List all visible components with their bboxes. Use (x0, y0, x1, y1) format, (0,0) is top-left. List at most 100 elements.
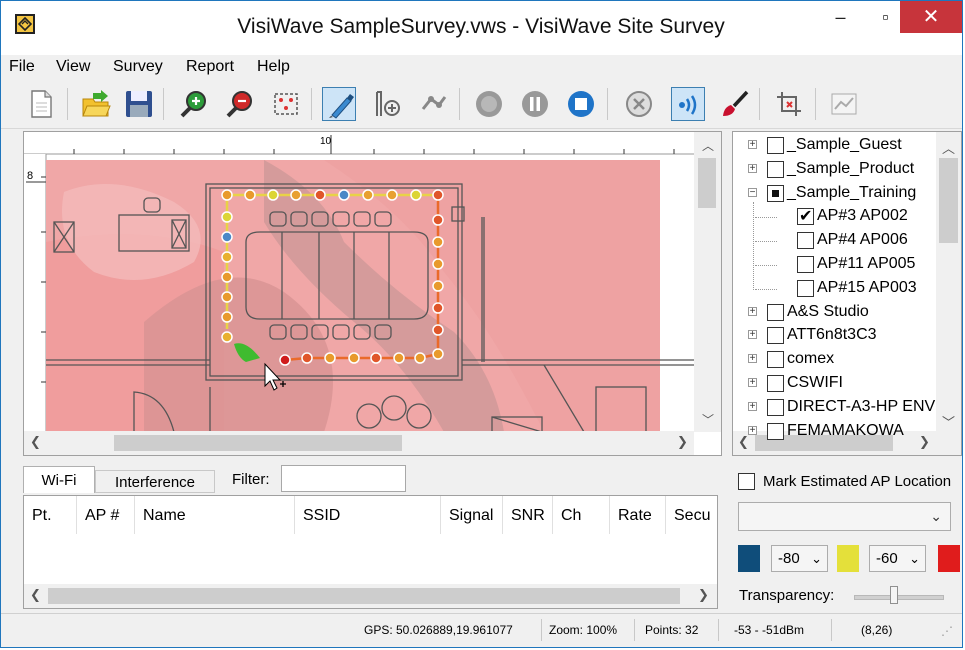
brush-button[interactable] (718, 87, 752, 121)
tree-item[interactable]: AP#3 AP002 (733, 205, 936, 229)
tree-item-checkbox[interactable] (767, 303, 784, 321)
survey-pen-button[interactable] (322, 87, 356, 121)
low-color-swatch[interactable] (738, 545, 760, 572)
mark-estimated-ap-checkbox[interactable] (738, 473, 755, 490)
column-header-ssid[interactable]: SSID (295, 496, 441, 534)
tree-item[interactable]: + A&S Studio (733, 301, 936, 325)
column-header-ap[interactable]: AP # (77, 496, 135, 534)
tree-item-checkbox[interactable] (767, 160, 784, 178)
tree-vscroll-thumb[interactable] (939, 158, 958, 243)
column-header-ch[interactable]: Ch (553, 496, 610, 534)
transparency-slider-thumb[interactable] (889, 586, 898, 604)
expand-icon[interactable]: + (748, 140, 757, 150)
new-button[interactable] (25, 87, 59, 121)
map-scroll-up-icon[interactable]: ︿ (702, 139, 714, 153)
tree-item-checkbox[interactable] (767, 375, 784, 392)
tree-item-checkbox[interactable] (767, 137, 784, 154)
heatmap-canvas[interactable]: 10 8 ︿ ﹀ (24, 132, 721, 432)
filter-label: Filter: (232, 471, 270, 488)
tree-item[interactable]: + _Sample_Product (733, 158, 936, 182)
tree-item[interactable]: AP#15 AP003 (733, 277, 936, 301)
tree-item-checkbox[interactable] (767, 184, 784, 202)
tree-item-checkbox[interactable] (797, 206, 814, 226)
menu-survey[interactable]: Survey (113, 58, 163, 76)
expand-icon[interactable]: + (748, 354, 757, 364)
save-button[interactable] (122, 87, 156, 121)
table-hscroll[interactable]: ❮ ❯ (24, 584, 717, 608)
tab-interference[interactable]: Interference (95, 470, 215, 493)
map-scroll-right-icon[interactable]: ❯ (677, 434, 688, 450)
expand-icon[interactable]: + (748, 306, 757, 316)
high-threshold-value: -60 (876, 550, 898, 567)
tree-item[interactable]: + comex (733, 348, 936, 372)
column-header-security[interactable]: Secu (666, 496, 717, 534)
map-vscroll-thumb[interactable] (698, 158, 716, 208)
floor-map-panel[interactable]: 10 8 ︿ ﹀ ❮ ❯ (23, 131, 722, 456)
menu-help[interactable]: Help (257, 58, 290, 76)
resize-grip-icon[interactable]: ⋰ (941, 624, 953, 638)
zoom-out-button[interactable] (223, 87, 257, 121)
menu-view[interactable]: View (56, 58, 90, 76)
tree-item[interactable]: AP#4 AP006 (733, 229, 936, 253)
tree-scroll-up-icon[interactable]: ︿ (942, 138, 955, 157)
tree-item[interactable]: − _Sample_Training (733, 182, 936, 206)
stop-button[interactable] (564, 87, 598, 121)
column-header-name[interactable]: Name (135, 496, 295, 534)
tree-vscroll[interactable]: ︿ ﹀ (936, 132, 961, 432)
map-scroll-down-icon[interactable]: ﹀ (702, 413, 714, 427)
tree-item[interactable]: AP#11 AP005 (733, 253, 936, 277)
table-hscroll-thumb[interactable] (48, 588, 680, 604)
add-floor-button[interactable] (370, 87, 404, 121)
tree-item[interactable]: + DIRECT-A3-HP ENV (733, 396, 936, 420)
map-scroll-left-icon[interactable]: ❮ (30, 434, 41, 450)
map-hscroll[interactable]: ❮ ❯ (24, 431, 694, 455)
tree-item-checkbox[interactable] (767, 351, 784, 369)
tree-item[interactable]: + ATT6n8t3C3 (733, 324, 936, 348)
minimize-button[interactable]: ‒ (818, 1, 863, 33)
report-button[interactable] (827, 87, 861, 121)
menu-report[interactable]: Report (186, 58, 234, 76)
expand-icon[interactable]: + (748, 425, 757, 435)
tree-item[interactable]: + FEMAMAKOWA (733, 420, 936, 444)
tree-item-checkbox[interactable] (797, 279, 814, 297)
pause-button[interactable] (518, 87, 552, 121)
tree-item-checkbox[interactable] (797, 232, 814, 250)
filter-input[interactable] (281, 465, 406, 492)
mid-color-swatch[interactable] (837, 545, 859, 572)
high-threshold-select[interactable]: -60 ⌄ (869, 545, 926, 572)
menu-file[interactable]: File (9, 58, 35, 76)
zoom-in-button[interactable] (177, 87, 211, 121)
high-color-swatch[interactable] (938, 545, 960, 572)
close-button[interactable]: ✕ (900, 1, 962, 33)
transparency-slider[interactable] (854, 595, 944, 600)
tree-item-checkbox[interactable] (767, 422, 784, 440)
record-button[interactable] (472, 87, 506, 121)
tree-item-checkbox[interactable] (767, 327, 784, 345)
column-header-signal[interactable]: Signal (441, 496, 503, 534)
column-header-rate[interactable]: Rate (610, 496, 666, 534)
walk-button[interactable] (415, 87, 449, 121)
expand-icon[interactable]: + (748, 330, 757, 340)
expand-icon[interactable]: + (748, 163, 757, 173)
cancel-button[interactable] (622, 87, 656, 121)
expand-icon[interactable]: + (748, 401, 757, 411)
column-header-snr[interactable]: SNR (503, 496, 553, 534)
tree-scroll-down-icon[interactable]: ﹀ (942, 412, 955, 431)
table-scroll-right-icon[interactable]: ❯ (698, 587, 709, 603)
legend-combo[interactable]: ⌄ (738, 502, 951, 531)
tree-item[interactable]: + _Sample_Guest (733, 134, 936, 158)
tree-item-checkbox[interactable] (797, 256, 814, 273)
expand-icon[interactable]: + (748, 378, 757, 388)
tree-item-checkbox[interactable] (767, 398, 784, 416)
crop-button[interactable] (772, 87, 806, 121)
map-hscroll-thumb[interactable] (114, 435, 402, 451)
open-button[interactable] (79, 87, 113, 121)
tab-wifi[interactable]: Wi-Fi (23, 466, 95, 493)
low-threshold-select[interactable]: -80 ⌄ (771, 545, 828, 572)
tree-item[interactable]: + CSWIFI (733, 372, 936, 396)
column-header-pt[interactable]: Pt. (24, 496, 77, 534)
zoom-fit-button[interactable] (269, 87, 303, 121)
table-scroll-left-icon[interactable]: ❮ (30, 587, 41, 603)
collapse-icon[interactable]: − (748, 187, 757, 197)
wifi-scan-button[interactable] (671, 87, 705, 121)
